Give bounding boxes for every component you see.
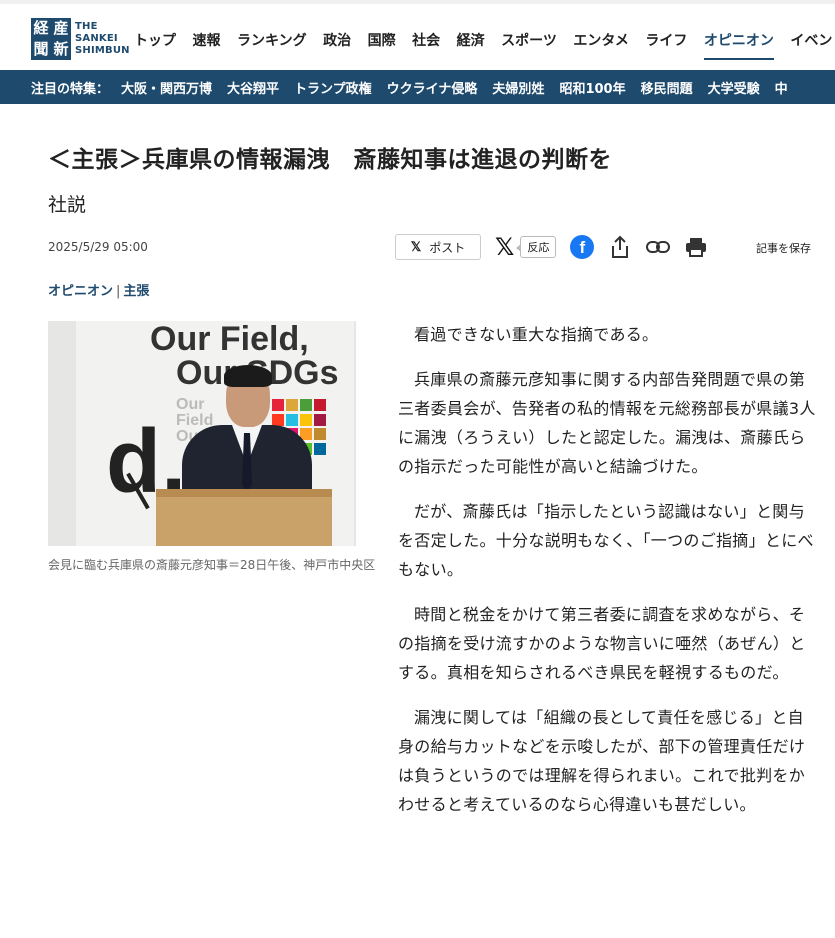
logo-char: 新 (53, 40, 69, 58)
logo-mark: 経 産 聞 新 (31, 18, 71, 60)
category-link-opinion[interactable]: オピニオン (48, 284, 113, 299)
nav-item-society[interactable]: 社会 (412, 30, 440, 56)
logo-word: THE (75, 21, 98, 32)
featured-label: 注目の特集： (31, 81, 110, 97)
article-photo: Our Field, Our SDGs Our Field Our d, (48, 321, 356, 546)
photo-sign-text: Our Field, (150, 321, 309, 358)
logo-word: SHIMBUN (75, 45, 130, 56)
article-paragraph: 漏洩に関しては「組織の長として責任を感じる」と自身の給与カットなどを示唆したが、… (398, 708, 806, 814)
nav-item-top[interactable]: トップ (134, 30, 176, 56)
nav-item-politics[interactable]: 政治 (323, 30, 351, 56)
logo-wordmark: THE SANKEI SHIMBUN (75, 21, 130, 57)
person-hair (224, 365, 272, 387)
article-paragraph: だが、斎藤氏は「指示したという認識はない」と関与を否定した。十分な説明もなく、「… (398, 502, 814, 579)
x-logo-icon[interactable]: 𝕏 (495, 235, 514, 259)
feature-link[interactable]: 昭和100年 (559, 78, 625, 97)
logo-char: 産 (53, 19, 69, 37)
category-separator: | (116, 284, 121, 299)
print-icon[interactable] (684, 235, 708, 259)
reaction-count-bubble[interactable]: 反応 (516, 236, 557, 258)
main-nav: トップ 速報 ランキング 政治 国際 社会 経済 スポーツ エンタメ ライフ オ… (134, 30, 835, 60)
category-breadcrumb: オピニオン | 主張 (48, 280, 149, 299)
nav-item-sports[interactable]: スポーツ (501, 30, 557, 56)
article-paragraph: 時間と税金をかけて第三者委に調査を求めながら、その指摘を受け流すかのような物言い… (398, 605, 806, 682)
article-headline: ＜主張＞兵庫県の情報漏洩 斎藤知事は進退の判断を (48, 147, 612, 173)
nav-item-economy[interactable]: 経済 (457, 30, 485, 56)
category-link-editorial[interactable]: 主張 (123, 284, 149, 299)
featured-topics-bar: 注目の特集： 大阪・関西万博 大谷翔平 トランプ政権 ウクライナ侵略 夫婦別姓 … (0, 70, 835, 104)
article-paragraph: 看過できない重大な指摘である。 (414, 325, 659, 344)
article-body: 看過できない重大な指摘である。 兵庫県の斎藤元彦知事に関する内部告発問題で県の第… (398, 320, 818, 835)
feature-link[interactable]: 大学受験 (708, 78, 760, 97)
share-icon[interactable] (608, 235, 632, 259)
nav-item-life[interactable]: ライフ (645, 30, 687, 56)
logo-char: 聞 (33, 40, 49, 58)
feature-link[interactable]: 大阪・関西万博 (121, 78, 212, 97)
article-paragraph: 兵庫県の斎藤元彦知事に関する内部告発問題で県の第三者委員会が、告発者の私的情報を… (398, 370, 816, 476)
podium (156, 489, 332, 546)
photo-caption: 会見に臨む兵庫県の斎藤元彦知事＝28日午後、神戸市中央区 (48, 558, 376, 572)
nav-item-breaking[interactable]: 速報 (193, 30, 221, 56)
nav-item-events[interactable]: イベント (790, 30, 835, 56)
feature-link[interactable]: 移民問題 (641, 78, 693, 97)
nav-item-opinion[interactable]: オピニオン (703, 30, 774, 60)
feature-link[interactable]: トランプ政権 (294, 78, 372, 97)
nav-item-entertainment[interactable]: エンタメ (573, 30, 629, 56)
feature-link[interactable]: 中 (775, 78, 788, 97)
feature-link[interactable]: 大谷翔平 (227, 78, 279, 97)
facebook-icon[interactable]: f (570, 235, 595, 259)
publish-date: 2025/5/29 05:00 (48, 240, 148, 254)
link-icon[interactable] (646, 235, 671, 259)
photo-backdrop: Our Field, Our SDGs Our Field Our d, (76, 321, 354, 546)
nav-item-ranking[interactable]: ランキング (237, 30, 307, 56)
logo-char: 経 (33, 19, 49, 37)
photo-sign-word: Our (176, 396, 205, 413)
save-article-button[interactable]: 記事を保存 (756, 240, 811, 256)
article-subhead: 社説 (48, 194, 87, 216)
logo-word: SANKEI (75, 33, 118, 44)
share-toolbar: 𝕏 ポスト 𝕏 反応 f (395, 232, 708, 262)
feature-link[interactable]: ウクライナ侵略 (387, 78, 478, 97)
post-to-x-button[interactable]: 𝕏 ポスト (395, 234, 481, 260)
site-header: 経 産 聞 新 THE SANKEI SHIMBUN トップ 速報 ランキング … (0, 4, 835, 70)
feature-link[interactable]: 夫婦別姓 (492, 78, 544, 97)
nav-item-world[interactable]: 国際 (368, 30, 396, 56)
post-label: ポスト (429, 240, 466, 255)
site-logo[interactable]: 経 産 聞 新 THE SANKEI SHIMBUN (31, 18, 130, 60)
x-logo-icon: 𝕏 (410, 239, 422, 254)
